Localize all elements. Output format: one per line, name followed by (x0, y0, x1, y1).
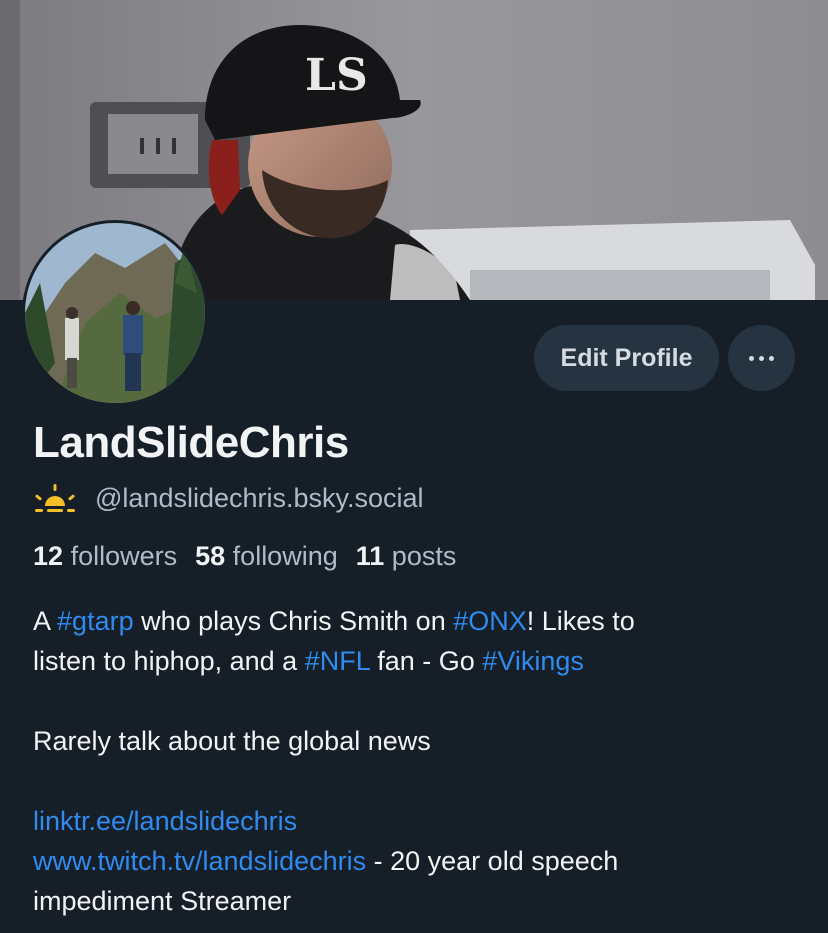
profile-avatar[interactable] (22, 220, 208, 406)
svg-text:LS: LS (305, 50, 368, 101)
twitch-link[interactable]: www.twitch.tv/landslidechris (33, 846, 366, 876)
bio-line: Rarely talk about the global news (33, 726, 431, 756)
following-label: following (232, 541, 338, 571)
posts-count: 11 (355, 541, 385, 571)
display-name: LandSlideChris (33, 418, 349, 467)
ellipsis-icon (749, 355, 754, 361)
edit-profile-button[interactable]: Edit Profile (534, 325, 719, 391)
linktree-link[interactable]: linktr.ee/landslidechris (33, 806, 297, 836)
profile-stats: 12 followers 58 following 11 posts (33, 541, 456, 572)
followers-stat[interactable]: 12 followers (33, 541, 177, 571)
bio-line: impediment Streamer (33, 886, 292, 916)
hashtag-nfl[interactable]: #NFL (305, 646, 370, 676)
bio-line: listen to hiphop, and a #NFL fan - Go #V… (33, 646, 584, 676)
sun-icon (35, 484, 75, 512)
following-count: 58 (195, 541, 226, 571)
posts-label: posts (391, 541, 457, 571)
following-stat[interactable]: 58 following (195, 541, 338, 571)
avatar-image (25, 223, 205, 403)
hashtag-gtarp[interactable]: #gtarp (57, 606, 134, 636)
bio-line: A #gtarp who plays Chris Smith on #ONX! … (33, 606, 635, 636)
hashtag-onx[interactable]: #ONX (453, 606, 527, 636)
posts-stat: 11 posts (356, 541, 457, 571)
bio-line: www.twitch.tv/landslidechris - 20 year o… (33, 846, 619, 876)
profile-handle[interactable]: @landslidechris.bsky.social (95, 483, 424, 514)
followers-count: 12 (33, 541, 64, 571)
followers-label: followers (70, 541, 178, 571)
hashtag-vikings[interactable]: #Vikings (482, 646, 584, 676)
profile-bio: A #gtarp who plays Chris Smith on #ONX! … (33, 601, 803, 921)
more-options-button[interactable] (728, 325, 795, 391)
handle-row: @landslidechris.bsky.social (33, 480, 424, 516)
